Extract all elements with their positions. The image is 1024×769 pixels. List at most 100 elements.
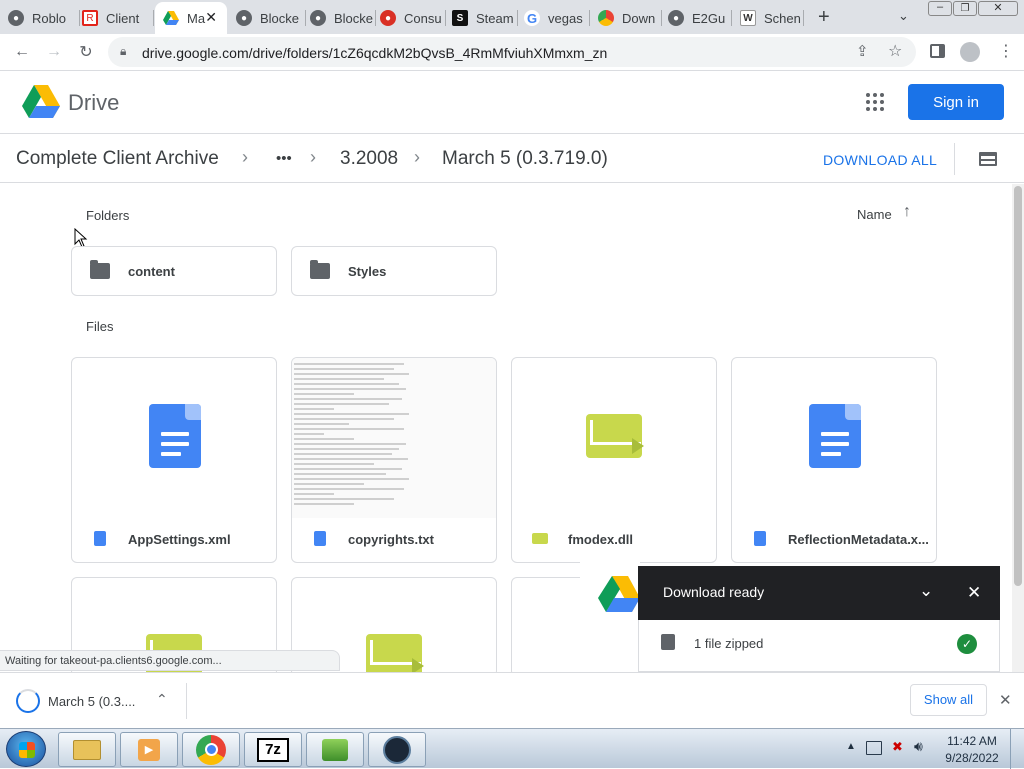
clock-time[interactable]: 11:42 AM [946, 734, 998, 748]
close-tab-icon[interactable]: ✕ [205, 9, 217, 26]
collapse-chevron-icon[interactable]: ⌄ [919, 581, 933, 601]
side-panel-icon[interactable] [930, 44, 945, 58]
tab-consu[interactable]: ● Consu [380, 2, 446, 34]
profile-avatar-icon[interactable] [960, 42, 980, 62]
taskbar-chrome[interactable] [182, 732, 240, 767]
sort-name-button[interactable]: Name [857, 207, 892, 222]
bookmark-star-icon[interactable]: ☆ [888, 41, 902, 61]
close-window-icon[interactable]: ✕ [978, 1, 1018, 16]
new-tab-icon[interactable]: + [818, 6, 830, 29]
file-card-appsettings[interactable]: AppSettings.xml [71, 357, 277, 563]
apps-grid-icon[interactable] [866, 93, 884, 111]
file-card-copyrights[interactable]: copyrights.txt [291, 357, 497, 563]
play-arrow-icon [632, 438, 644, 454]
tab-vegas[interactable]: G vegas [524, 2, 590, 34]
doc-file-icon [754, 531, 766, 546]
globe-icon: ● [236, 10, 252, 26]
steam-icon [383, 735, 411, 764]
file-name: fmodex.dll [568, 532, 634, 547]
show-desktop-button[interactable] [1010, 729, 1024, 769]
download-item[interactable]: March 5 (0.3.... ⌃ [0, 673, 186, 728]
tab-blocked-2[interactable]: ● Blocke [310, 2, 376, 34]
breadcrumb-parent[interactable]: 3.2008 [340, 148, 398, 170]
google-doc-icon [149, 404, 201, 468]
breadcrumb-root[interactable]: Complete Client Archive [16, 148, 219, 170]
tab-blocked-1[interactable]: ● Blocke [236, 2, 306, 34]
file-name: AppSettings.xml [128, 532, 231, 547]
globe-icon: ● [668, 10, 684, 26]
toast-item-label: 1 file zipped [694, 636, 764, 651]
tab-down[interactable]: Down [598, 2, 662, 34]
toast-header: Download ready ⌄ ✕ [638, 566, 1000, 620]
breadcrumb-more[interactable]: ••• [276, 150, 292, 167]
tab-label: Client [106, 10, 140, 26]
drive-brand-text: Drive [68, 90, 120, 115]
chevron-up-icon[interactable]: ⌃ [156, 691, 168, 708]
tab-label: Consu [404, 10, 442, 26]
tab-label: Roblo [32, 10, 66, 26]
clock-date[interactable]: 9/28/2022 [942, 751, 1002, 765]
taskbar-media-player[interactable]: ▶ [120, 732, 178, 767]
list-view-icon[interactable] [979, 152, 997, 166]
toast-body: 1 file zipped ✓ [638, 620, 1000, 672]
back-icon[interactable]: ← [12, 42, 32, 62]
globe-icon: ● [8, 10, 24, 26]
tab-label: Blocke [260, 10, 300, 26]
tab-e2gu[interactable]: ● E2Gu [668, 2, 732, 34]
google-drive-logo-icon [598, 576, 640, 612]
chevron-right-icon: › [310, 147, 316, 167]
vertical-scrollbar[interactable] [1012, 184, 1024, 674]
close-icon[interactable]: ✕ [967, 583, 981, 603]
minimize-icon[interactable]: – [928, 1, 952, 16]
windows-taskbar: ▶ 7z ▲ ✖ 🔊︎ 11:42 AM 9/28/2022 [0, 728, 1024, 769]
tab-roblox[interactable]: ● Roblo [8, 2, 80, 34]
chevron-right-icon: › [242, 147, 248, 167]
close-shelf-icon[interactable]: ✕ [999, 691, 1012, 709]
steam-icon: S [452, 10, 468, 26]
file-preview [732, 358, 936, 518]
lock-icon: 🔒︎ [120, 44, 127, 58]
binary-file-small-icon [532, 533, 548, 544]
download-shelf: March 5 (0.3.... ⌃ Show all ✕ [0, 672, 1024, 728]
browser-tab-strip: ● Roblo R Client Ma ✕ ● Blocke ● Blocke … [0, 0, 1024, 34]
chevron-right-icon: › [414, 147, 420, 167]
taskbar-7zip[interactable]: 7z [244, 732, 302, 767]
file-card-fmodex[interactable]: fmodex.dll [511, 357, 717, 563]
tray-flag-icon[interactable]: ✖ [892, 739, 903, 755]
download-all-button[interactable]: DOWNLOAD ALL [823, 152, 937, 168]
chrome-icon [598, 10, 614, 26]
restore-icon[interactable]: ❐ [953, 1, 977, 16]
google-drive-logo-icon [22, 85, 60, 118]
tray-expand-icon[interactable]: ▲ [846, 741, 856, 752]
address-bar[interactable]: 🔒︎ drive.google.com/drive/folders/1cZ6qc… [108, 37, 916, 67]
show-all-button[interactable]: Show all [910, 684, 987, 716]
start-button[interactable] [6, 731, 46, 767]
drive-header: Drive Sign in [0, 72, 1024, 134]
google-doc-icon [809, 404, 861, 468]
zip-file-icon [661, 634, 675, 650]
reload-icon[interactable]: ↻ [76, 42, 96, 62]
sort-arrow-up-icon[interactable]: ↑ [903, 203, 911, 221]
tray-volume-icon[interactable]: 🔊︎ [914, 738, 923, 755]
folder-card-content[interactable]: content [71, 246, 277, 296]
sign-in-button[interactable]: Sign in [908, 84, 1004, 120]
scrollbar-thumb[interactable] [1014, 186, 1022, 586]
doc-file-icon [314, 531, 326, 546]
tab-schen[interactable]: W Schen [740, 2, 804, 34]
taskbar-steam[interactable] [368, 732, 426, 767]
file-card-reflectionmetadata[interactable]: ReflectionMetadata.x... [731, 357, 937, 563]
share-icon[interactable]: ⇪ [856, 42, 869, 60]
tab-label: Blocke [334, 10, 374, 26]
forward-icon[interactable]: → [44, 42, 64, 62]
taskbar-network[interactable] [306, 732, 364, 767]
download-progress-icon [16, 689, 40, 713]
tab-search-icon[interactable]: ⌄ [898, 8, 909, 24]
folder-name: Styles [348, 264, 387, 279]
taskbar-explorer[interactable] [58, 732, 116, 767]
menu-kebab-icon[interactable]: ⋮ [998, 41, 1014, 61]
tab-drive-active[interactable]: Ma ✕ [155, 2, 227, 34]
tray-network-icon[interactable] [866, 741, 882, 755]
tab-client[interactable]: R Client [82, 2, 154, 34]
tab-steam[interactable]: S Steam [452, 2, 518, 34]
folder-card-styles[interactable]: Styles [291, 246, 497, 296]
